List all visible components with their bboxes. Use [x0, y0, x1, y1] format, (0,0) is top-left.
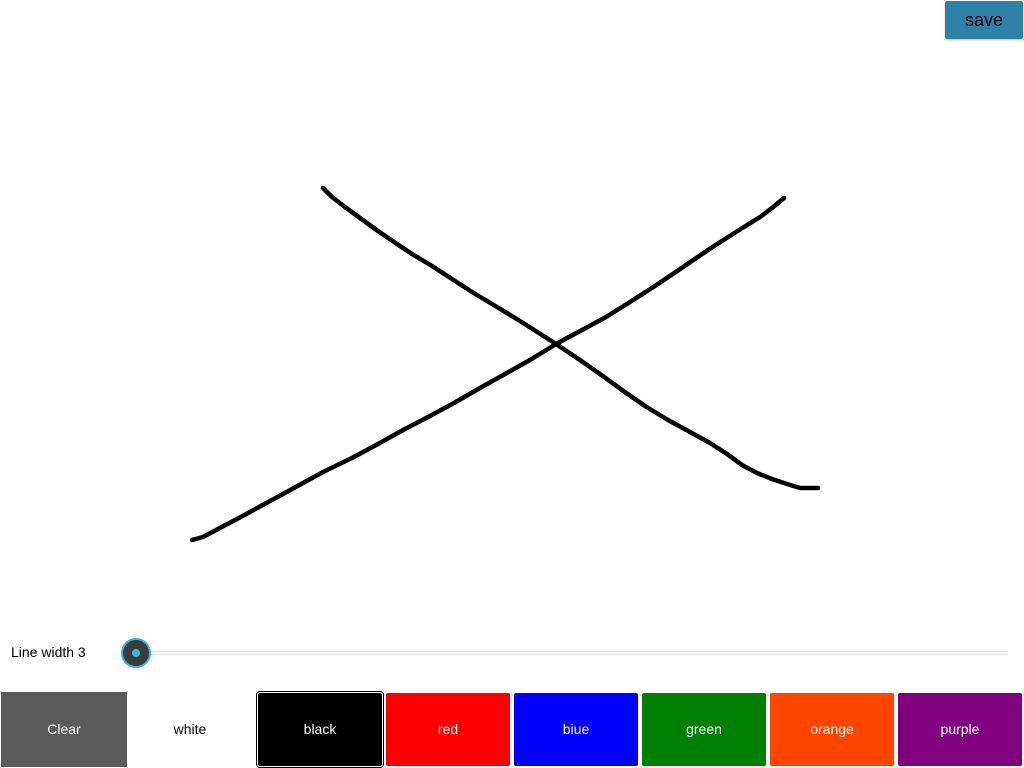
stroke-ascending: [189, 195, 787, 543]
save-button[interactable]: save: [945, 1, 1023, 39]
color-button-purple[interactable]: purple: [898, 693, 1022, 766]
line-width-control: Line width 3: [0, 632, 1024, 674]
color-button-white[interactable]: white: [128, 693, 252, 766]
line-width-label: Line width 3: [11, 644, 86, 660]
color-toolbar: Clear white black red biue green orange …: [0, 691, 1024, 768]
drawing-canvas[interactable]: [0, 0, 1024, 630]
slider-track[interactable]: [136, 651, 1008, 655]
color-button-green[interactable]: green: [642, 693, 766, 766]
drawing-app: save Line width 3 Clear white black red …: [0, 0, 1024, 768]
color-button-orange[interactable]: orange: [770, 693, 894, 766]
line-width-slider[interactable]: [120, 632, 1012, 674]
clear-button[interactable]: Clear: [1, 692, 127, 767]
slider-thumb[interactable]: [121, 638, 151, 668]
color-button-blue[interactable]: biue: [514, 693, 638, 766]
color-button-black[interactable]: black: [256, 691, 384, 768]
color-button-red[interactable]: red: [386, 693, 510, 766]
